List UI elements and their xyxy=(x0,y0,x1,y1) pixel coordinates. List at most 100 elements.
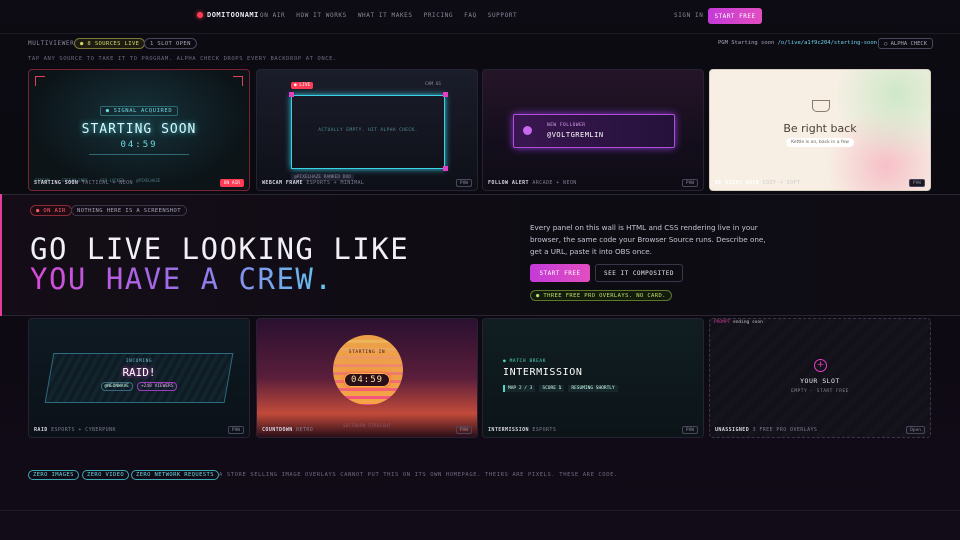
nav-link-what-it-makes[interactable]: WHAT IT MAKES xyxy=(358,12,413,19)
tile-status-tag: PVW xyxy=(455,179,472,187)
tile-status-tag: PVW xyxy=(455,426,472,434)
map-counter: MAP 2 / 3 xyxy=(503,385,536,392)
tile-name: INTERMISSION xyxy=(488,427,529,433)
tile-label: BE RIGHT BACK COZY + SOFT xyxy=(715,180,800,186)
free-overlays-badge: ● THREE FREE PRO OVERLAYS. NO CARD. xyxy=(530,290,672,301)
empty-frame-note: ACTUALLY EMPTY. HIT ALPHA CHECK. xyxy=(318,128,418,133)
tile-desc: ESPORTS xyxy=(532,427,557,433)
nav-link-how-it-works[interactable]: HOW IT WORKS xyxy=(296,12,347,19)
hero-accent-line xyxy=(0,194,2,316)
sign-in-link[interactable]: SIGN IN xyxy=(674,12,704,19)
page: DOMITOONAMI ON AIR HOW IT WORKS WHAT IT … xyxy=(0,0,960,540)
tile-starting-soon[interactable]: ● SIGNAL ACQUIRED STARTING SOON 04:59 ST… xyxy=(28,69,250,191)
frame-corner-icon xyxy=(35,76,45,86)
intermission-title: INTERMISSION xyxy=(503,367,583,378)
brand-logo[interactable]: DOMITOONAMI xyxy=(197,11,259,19)
score-value: 1 xyxy=(558,386,562,391)
heart-icon xyxy=(523,126,532,135)
tile-name: UNASSIGNED xyxy=(715,427,750,433)
meta-handle: @PIXELHAZE xyxy=(136,178,161,183)
corner-marker-icon xyxy=(443,92,448,97)
resume-status: RESUMING SHORTLY xyxy=(568,385,618,392)
retro-countdown-timer: 04:59 xyxy=(343,373,391,387)
raid-handle: @NEONWAVE xyxy=(100,382,133,391)
countdown-above: STARTING IN xyxy=(348,350,386,355)
nav-link-faq[interactable]: FAQ xyxy=(464,12,477,19)
tile-status-tag: PVW xyxy=(681,179,698,187)
tile-status-tag: PVW xyxy=(681,426,698,434)
raid-title: RAID! xyxy=(122,366,156,379)
multiviewer-hint: TAP ANY SOURCE TO TAKE IT TO PROGRAM. AL… xyxy=(28,56,337,62)
your-slot-subtitle: EMPTY · START FREE xyxy=(791,389,849,394)
tile-follow-alert[interactable]: NEW FOLLOWER @VOLTGREMLIN FOLLOW ALERT A… xyxy=(482,69,704,191)
tile-be-right-back[interactable]: Be right back Kettle is on, back in a fe… xyxy=(709,69,931,191)
slot-open-badge: 1 SLOT OPEN xyxy=(144,38,197,49)
raid-kicker: INCOMING xyxy=(125,359,153,364)
tile-name: WEBCAM FRAME xyxy=(262,180,303,186)
raid-viewers: +248 VIEWERS xyxy=(136,382,178,391)
sources-live-badge: ● 8 SOURCES LIVE xyxy=(74,38,146,49)
pgm-url[interactable]: /o/live/a1f9c204/starting-soon xyxy=(778,40,877,46)
score-label: SCORE xyxy=(542,386,556,391)
tile-label: STARTING SOON TACTICAL + NEON xyxy=(34,180,133,186)
match-break-kicker: ● MATCH BREAK xyxy=(503,359,547,364)
nav-link-on-air[interactable]: ON AIR xyxy=(260,12,285,19)
follower-handle: @VOLTGREMLIN xyxy=(547,131,604,139)
on-air-badge: ● ON AIR xyxy=(30,205,72,216)
tile-desc: ESPORTS + CYBERPUNK xyxy=(51,427,116,433)
hero-start-free-button[interactable]: START FREE xyxy=(530,264,590,282)
score-readout: SCORE 1 xyxy=(539,385,565,392)
tile-desc: RETRO xyxy=(296,427,314,433)
record-dot-icon xyxy=(197,12,203,18)
multiviewer-label: MULTIVIEWER xyxy=(28,40,75,47)
tile-webcam-frame[interactable]: ● LIVE CAM 01 ACTUALLY EMPTY. HIT ALPHA … xyxy=(256,69,478,191)
frame-corner-icon xyxy=(233,76,243,86)
tile-status-tag: PVW xyxy=(908,179,925,187)
corner-marker-icon xyxy=(289,92,294,97)
brand-name: DOMITOONAMI xyxy=(207,11,259,19)
hero-headline-line2: YOU HAVE A CREW. xyxy=(30,262,334,296)
tile-label: COUNTDOWN RETRO xyxy=(262,427,313,433)
nav-link-support[interactable]: SUPPORT xyxy=(488,12,518,19)
screenshot-note-badge: NOTHING HERE IS A SCREENSHOT xyxy=(71,205,187,216)
hero-headline-line1: GO LIVE LOOKING LIKE xyxy=(30,232,410,266)
add-slot-icon[interactable]: + xyxy=(814,359,827,372)
nav-link-pricing[interactable]: PRICING xyxy=(424,12,454,19)
tile-name: BE RIGHT BACK xyxy=(715,180,760,186)
tile-name: FOLLOW ALERT xyxy=(488,180,529,186)
tile-desc: ARCADE + NEON xyxy=(532,180,577,186)
prompt-kicker: PROMPT xyxy=(714,320,731,325)
tile-desc: 3 FREE PRO OVERLAYS xyxy=(752,427,818,433)
corner-marker-icon xyxy=(443,166,448,171)
top-nav: DOMITOONAMI ON AIR HOW IT WORKS WHAT IT … xyxy=(0,0,960,34)
tile-intermission[interactable]: ● MATCH BREAK INTERMISSION MAP 2 / 3 SCO… xyxy=(482,318,704,438)
prompt-label: PROMPT ending soon xyxy=(714,320,763,325)
nav-start-free-button[interactable]: START FREE xyxy=(708,8,762,24)
tile-raid[interactable]: INCOMING RAID! @NEONWAVE +248 VIEWERS RAI… xyxy=(28,318,250,438)
your-slot-title: YOUR SLOT xyxy=(800,377,840,385)
tile-status-tag: Open xyxy=(906,426,925,434)
alpha-check-toggle[interactable]: ○ ALPHA CHECK xyxy=(878,38,934,49)
tile-name: RAID xyxy=(34,427,48,433)
tile-desc: TACTICAL + NEON xyxy=(81,180,133,186)
tile-name: STARTING SOON xyxy=(34,180,79,186)
tile-countdown[interactable]: STARTING IN 04:59 SOFTBURN STRAIGHT COUN… xyxy=(256,318,478,438)
follow-kicker: NEW FOLLOWER xyxy=(547,123,586,128)
tile-desc: COZY + SOFT xyxy=(762,180,801,186)
tile-label: INTERMISSION ESPORTS xyxy=(488,427,556,433)
tile-status-tag: PVW xyxy=(227,426,244,434)
tile-your-slot[interactable]: PROMPT ending soon + YOUR SLOT EMPTY · S… xyxy=(709,318,931,438)
countdown-timer: 04:59 xyxy=(120,140,158,150)
divider xyxy=(0,510,960,511)
divider xyxy=(89,154,189,155)
program-readout: PGM Starting soon /o/live/a1f9c204/start… xyxy=(718,40,877,46)
tile-label: WEBCAM FRAME ESPORTS + MINIMAL xyxy=(262,180,364,186)
intermission-meta: MAP 2 / 3 SCORE 1 RESUMING SHORTLY xyxy=(503,385,618,392)
see-it-composited-button[interactable]: SEE IT COMPOSITED xyxy=(595,264,683,282)
zero-images-pill: ZERO IMAGES xyxy=(28,470,79,480)
nav-links: ON AIR HOW IT WORKS WHAT IT MAKES PRICIN… xyxy=(260,12,517,19)
brb-title: Be right back xyxy=(783,122,857,135)
raid-meta: @NEONWAVE +248 VIEWERS xyxy=(29,382,249,391)
zero-video-pill: ZERO VIDEO xyxy=(82,470,130,480)
tile-desc: ESPORTS + MINIMAL xyxy=(306,180,365,186)
